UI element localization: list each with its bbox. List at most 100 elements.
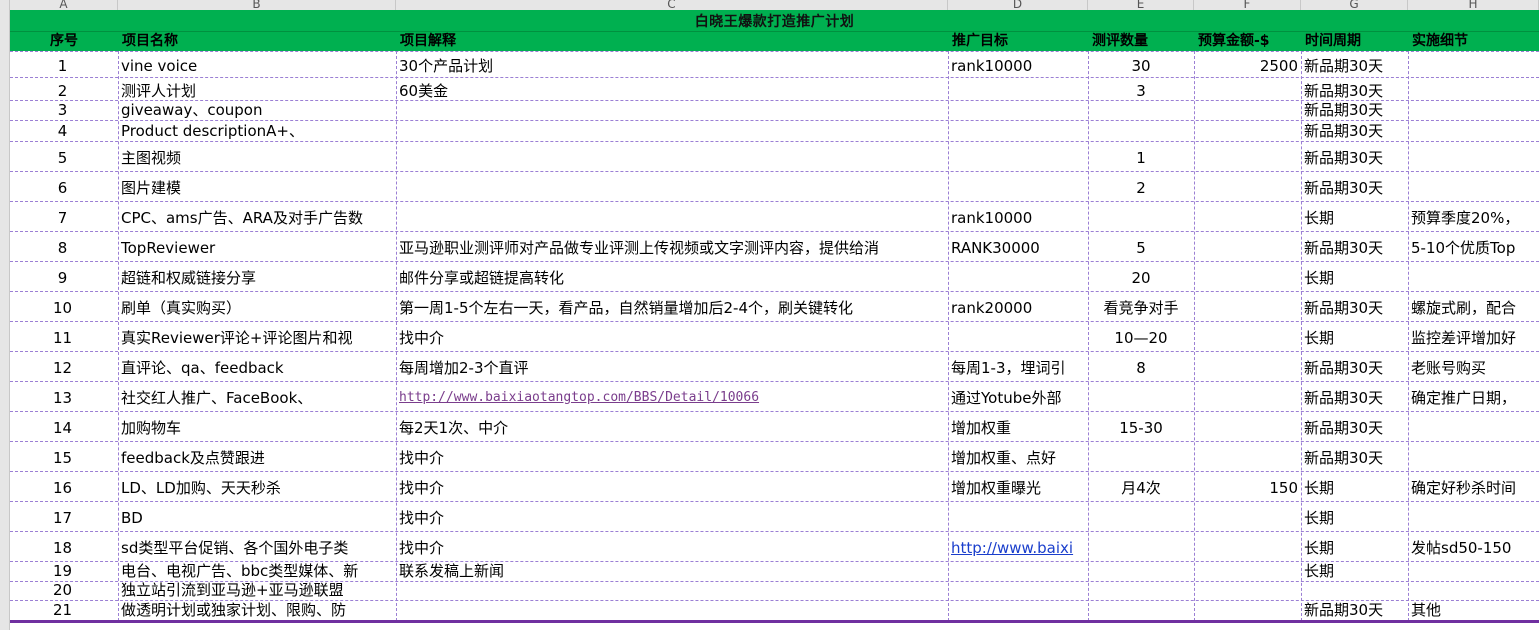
cell-qty[interactable] xyxy=(1088,561,1194,581)
cell-desc[interactable] xyxy=(396,171,948,201)
cell-budget[interactable] xyxy=(1194,141,1301,171)
cell-goal[interactable] xyxy=(948,561,1088,581)
cell-qty[interactable]: 2 xyxy=(1088,171,1194,201)
cell-n[interactable]: 20 xyxy=(10,581,118,600)
cell-detail[interactable]: 预算季度20%， xyxy=(1408,201,1539,231)
cell-n[interactable]: 3 xyxy=(10,100,118,120)
cell-qty[interactable] xyxy=(1088,381,1194,411)
cell-n[interactable]: 9 xyxy=(10,261,118,291)
cell-desc[interactable]: 30个产品计划 xyxy=(396,51,948,77)
cell-period[interactable]: 新品期30天 xyxy=(1301,120,1408,141)
cell-period[interactable]: 新品期30天 xyxy=(1301,600,1408,620)
cell-detail[interactable] xyxy=(1408,77,1539,100)
cell-n[interactable]: 1 xyxy=(10,51,118,77)
cell-desc[interactable] xyxy=(396,600,948,620)
column-header-b[interactable]: B xyxy=(118,0,396,10)
column-header-g[interactable]: G xyxy=(1301,0,1408,10)
cell-name[interactable]: vine voice xyxy=(118,51,396,77)
cell-budget[interactable] xyxy=(1194,351,1301,381)
cell-goal[interactable] xyxy=(948,141,1088,171)
cell-desc[interactable]: 每周增加2-3个直评 xyxy=(396,351,948,381)
cell-period[interactable]: 新品期30天 xyxy=(1301,141,1408,171)
column-header-h[interactable]: H xyxy=(1408,0,1539,10)
cell-name[interactable]: 主图视频 xyxy=(118,141,396,171)
cell-detail[interactable]: 5-10个优质Top xyxy=(1408,231,1539,261)
cell-budget[interactable] xyxy=(1194,441,1301,471)
cell-name[interactable]: sd类型平台促销、各个国外电子类 xyxy=(118,531,396,561)
cell-period[interactable]: 长期 xyxy=(1301,531,1408,561)
cell-name[interactable]: 超链和权威链接分享 xyxy=(118,261,396,291)
header-cell-8[interactable]: 实施细节 xyxy=(1412,32,1539,51)
cell-period[interactable]: 长期 xyxy=(1301,201,1408,231)
cell-budget[interactable] xyxy=(1194,77,1301,100)
cell-budget[interactable]: 2500 xyxy=(1194,51,1301,77)
cell-qty[interactable] xyxy=(1088,201,1194,231)
cell-detail[interactable] xyxy=(1408,581,1539,600)
cell-desc[interactable] xyxy=(396,141,948,171)
cell-period[interactable]: 新品期30天 xyxy=(1301,351,1408,381)
cell-period[interactable]: 新品期30天 xyxy=(1301,381,1408,411)
cell-budget[interactable] xyxy=(1194,381,1301,411)
cell-name[interactable]: Product descriptionA+、 xyxy=(118,120,396,141)
cell-budget[interactable]: 150 xyxy=(1194,471,1301,501)
cell-budget[interactable] xyxy=(1194,171,1301,201)
cell-qty[interactable] xyxy=(1088,100,1194,120)
cell-period[interactable]: 新品期30天 xyxy=(1301,441,1408,471)
cell-name[interactable]: giveaway、coupon xyxy=(118,100,396,120)
cell-goal[interactable] xyxy=(948,261,1088,291)
cell-n[interactable]: 10 xyxy=(10,291,118,321)
cell-detail[interactable]: 确定推广日期， xyxy=(1408,381,1539,411)
cell-n[interactable]: 5 xyxy=(10,141,118,171)
cell-qty[interactable]: 30 xyxy=(1088,51,1194,77)
cell-detail[interactable] xyxy=(1408,561,1539,581)
cell-desc[interactable]: 60美金 xyxy=(396,77,948,100)
cell-desc[interactable]: 邮件分享或超链提高转化 xyxy=(396,261,948,291)
cell-name[interactable]: LD、LD加购、天天秒杀 xyxy=(118,471,396,501)
cell-desc[interactable] xyxy=(396,120,948,141)
column-header-d[interactable]: D xyxy=(948,0,1088,10)
cell-budget[interactable] xyxy=(1194,231,1301,261)
cell-detail[interactable] xyxy=(1408,411,1539,441)
cell-goal[interactable]: 增加权重曝光 xyxy=(948,471,1088,501)
cell-period[interactable]: 新品期30天 xyxy=(1301,171,1408,201)
cell-goal[interactable]: 通过Yotube外部 xyxy=(948,381,1088,411)
cell-period[interactable]: 长期 xyxy=(1301,471,1408,501)
cell-n[interactable]: 21 xyxy=(10,600,118,620)
cell-qty[interactable]: 月4次 xyxy=(1088,471,1194,501)
cell-detail[interactable] xyxy=(1408,51,1539,77)
cell-goal[interactable]: rank10000 xyxy=(948,201,1088,231)
cell-goal[interactable]: rank20000 xyxy=(948,291,1088,321)
cell-qty[interactable]: 5 xyxy=(1088,231,1194,261)
cell-desc[interactable] xyxy=(396,201,948,231)
cell-desc[interactable]: 找中介 xyxy=(396,531,948,561)
cell-period[interactable]: 长期 xyxy=(1301,261,1408,291)
cell-n[interactable]: 14 xyxy=(10,411,118,441)
cell-detail[interactable] xyxy=(1408,100,1539,120)
header-cell-2[interactable]: 项目名称 xyxy=(122,32,396,51)
cell-qty[interactable]: 15-30 xyxy=(1088,411,1194,441)
cell-detail[interactable] xyxy=(1408,171,1539,201)
cell-n[interactable]: 13 xyxy=(10,381,118,411)
cell-name[interactable]: 电台、电视广告、bbc类型媒体、新 xyxy=(118,561,396,581)
header-cell-4[interactable]: 推广目标 xyxy=(952,32,1088,51)
cell-n[interactable]: 6 xyxy=(10,171,118,201)
cell-qty[interactable]: 看竞争对手 xyxy=(1088,291,1194,321)
cell-detail[interactable] xyxy=(1408,441,1539,471)
cell-name[interactable]: feedback及点赞跟进 xyxy=(118,441,396,471)
cell-name[interactable]: 测评人计划 xyxy=(118,77,396,100)
cell-qty[interactable] xyxy=(1088,441,1194,471)
cell-period[interactable]: 新品期30天 xyxy=(1301,231,1408,261)
cell-goal[interactable] xyxy=(948,120,1088,141)
cell-period[interactable]: 长期 xyxy=(1301,501,1408,531)
cell-goal[interactable] xyxy=(948,321,1088,351)
cell-n[interactable]: 15 xyxy=(10,441,118,471)
cell-qty[interactable] xyxy=(1088,581,1194,600)
cell-goal[interactable] xyxy=(948,581,1088,600)
cell-name[interactable]: 加购物车 xyxy=(118,411,396,441)
cell-budget[interactable] xyxy=(1194,261,1301,291)
cell-goal[interactable] xyxy=(948,171,1088,201)
cell-detail[interactable] xyxy=(1408,501,1539,531)
cell-budget[interactable] xyxy=(1194,201,1301,231)
cell-goal[interactable] xyxy=(948,100,1088,120)
cell-name[interactable]: 社交红人推广、FaceBook、 xyxy=(118,381,396,411)
